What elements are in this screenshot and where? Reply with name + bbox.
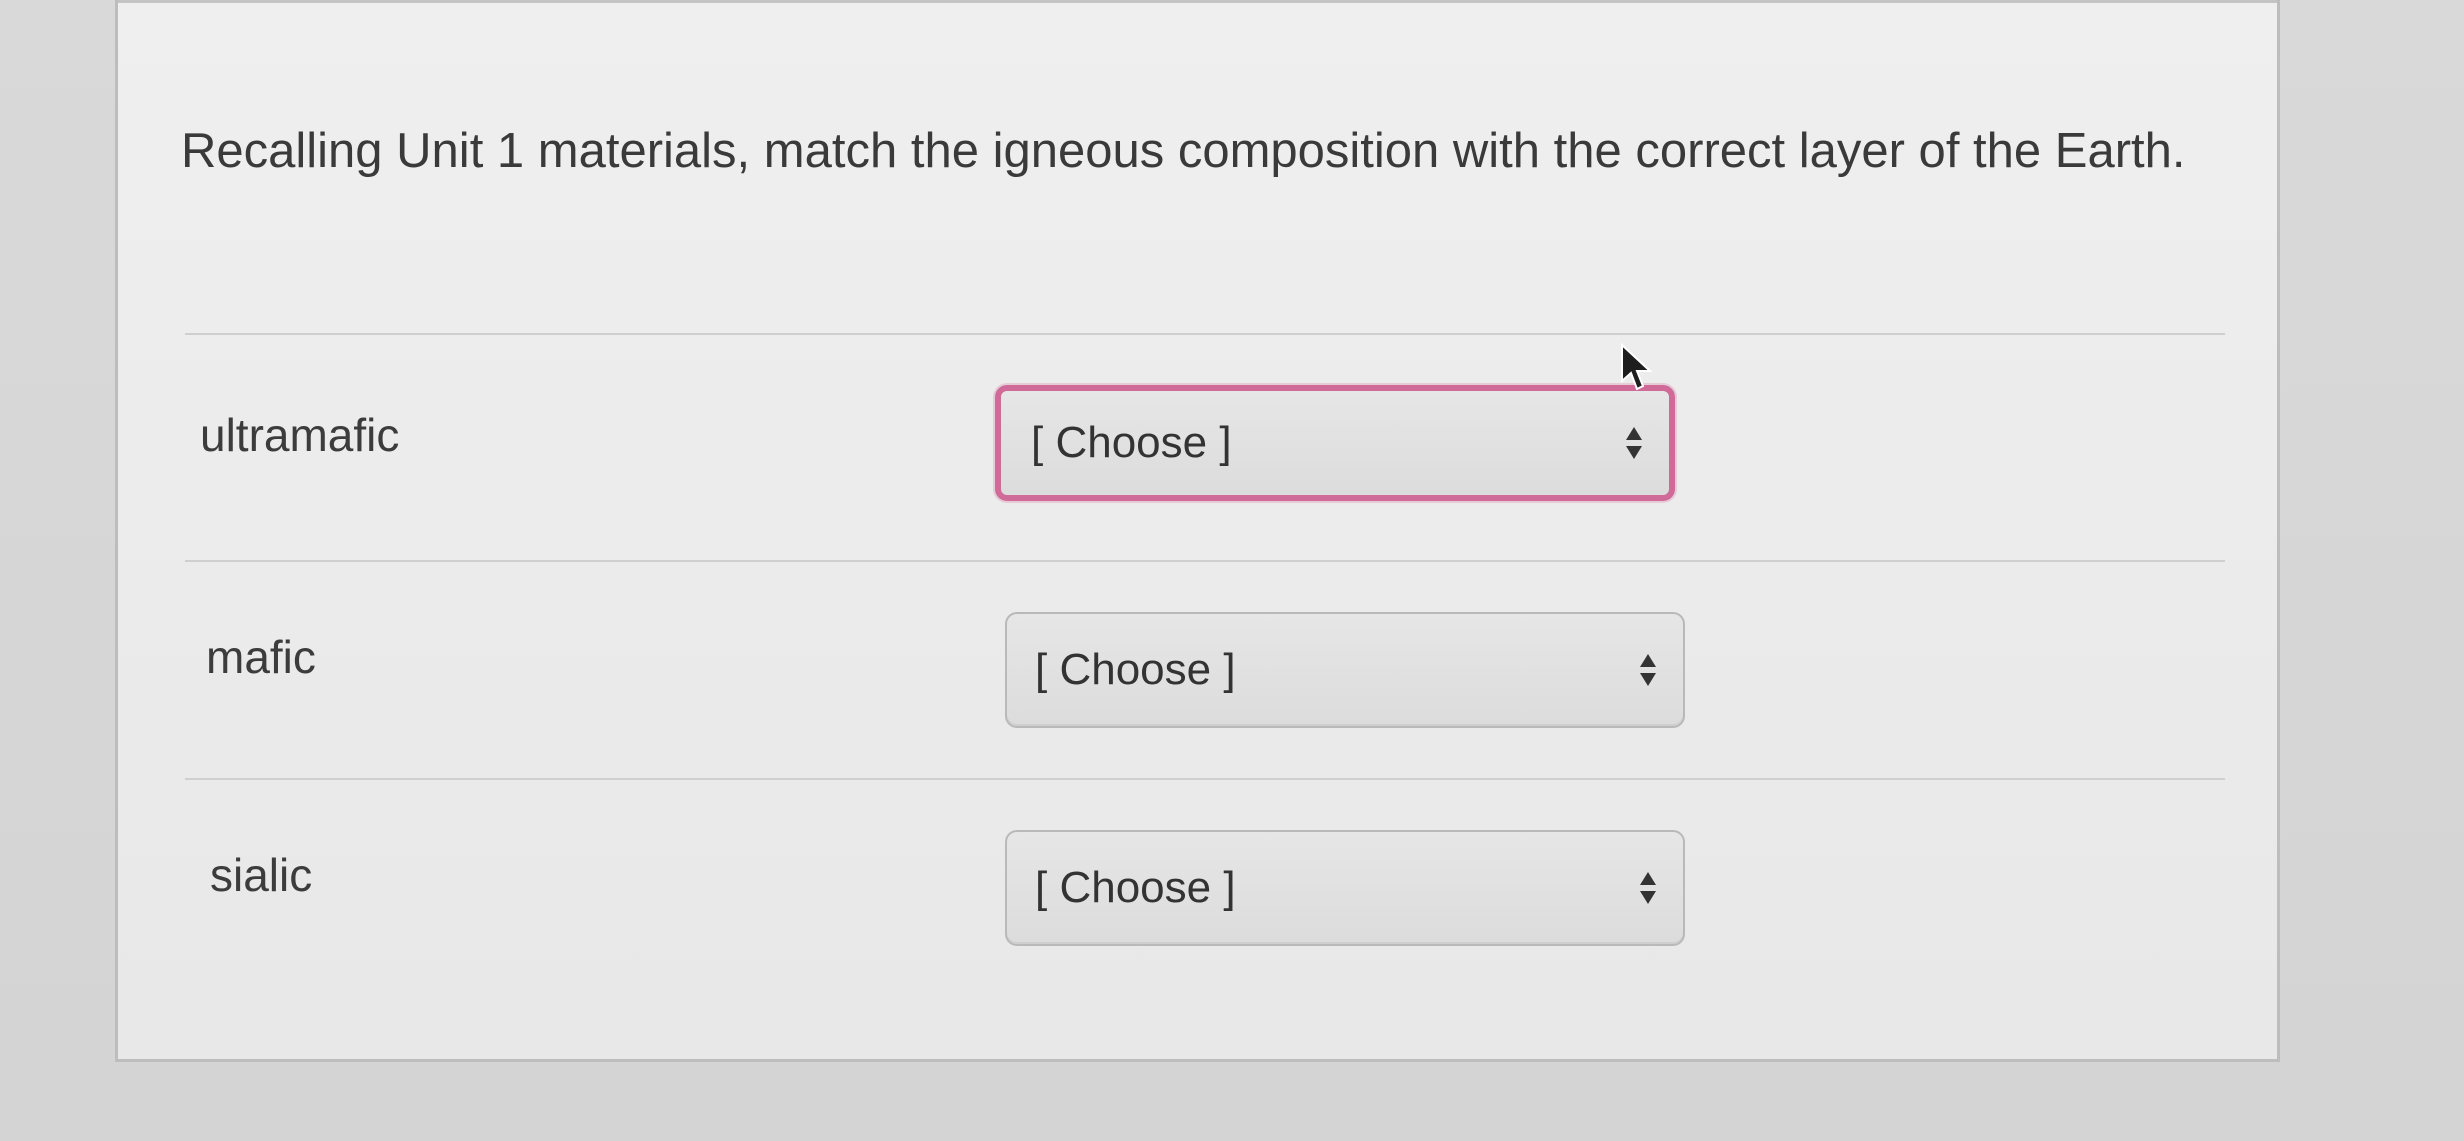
up-down-arrows-icon xyxy=(1640,654,1656,686)
question-text: Recalling Unit 1 materials, match the ig… xyxy=(181,124,2186,178)
up-down-arrows-icon xyxy=(1640,872,1656,904)
select-value: [ Choose ] xyxy=(1031,418,1232,467)
answer-select-ultramafic[interactable]: [ Choose ] xyxy=(995,385,1675,501)
answer-select-mafic[interactable]: [ Choose ] xyxy=(1005,612,1685,728)
divider xyxy=(185,333,2225,335)
divider xyxy=(185,778,2225,780)
answer-label-mafic: mafic xyxy=(206,631,316,683)
up-down-arrows-icon xyxy=(1626,427,1642,459)
answer-label-ultramafic: ultramafic xyxy=(200,409,400,461)
select-value: [ Choose ] xyxy=(1035,863,1236,912)
quiz-question-card: Recalling Unit 1 materials, match the ig… xyxy=(115,0,2280,1062)
divider xyxy=(185,560,2225,562)
answer-label-sialic: sialic xyxy=(210,849,313,901)
screen-background: Recalling Unit 1 materials, match the ig… xyxy=(0,0,2464,1141)
select-value: [ Choose ] xyxy=(1035,645,1236,694)
card-top-border xyxy=(118,0,2277,3)
answer-select-sialic[interactable]: [ Choose ] xyxy=(1005,830,1685,946)
mouse-pointer-icon xyxy=(1621,343,1653,391)
